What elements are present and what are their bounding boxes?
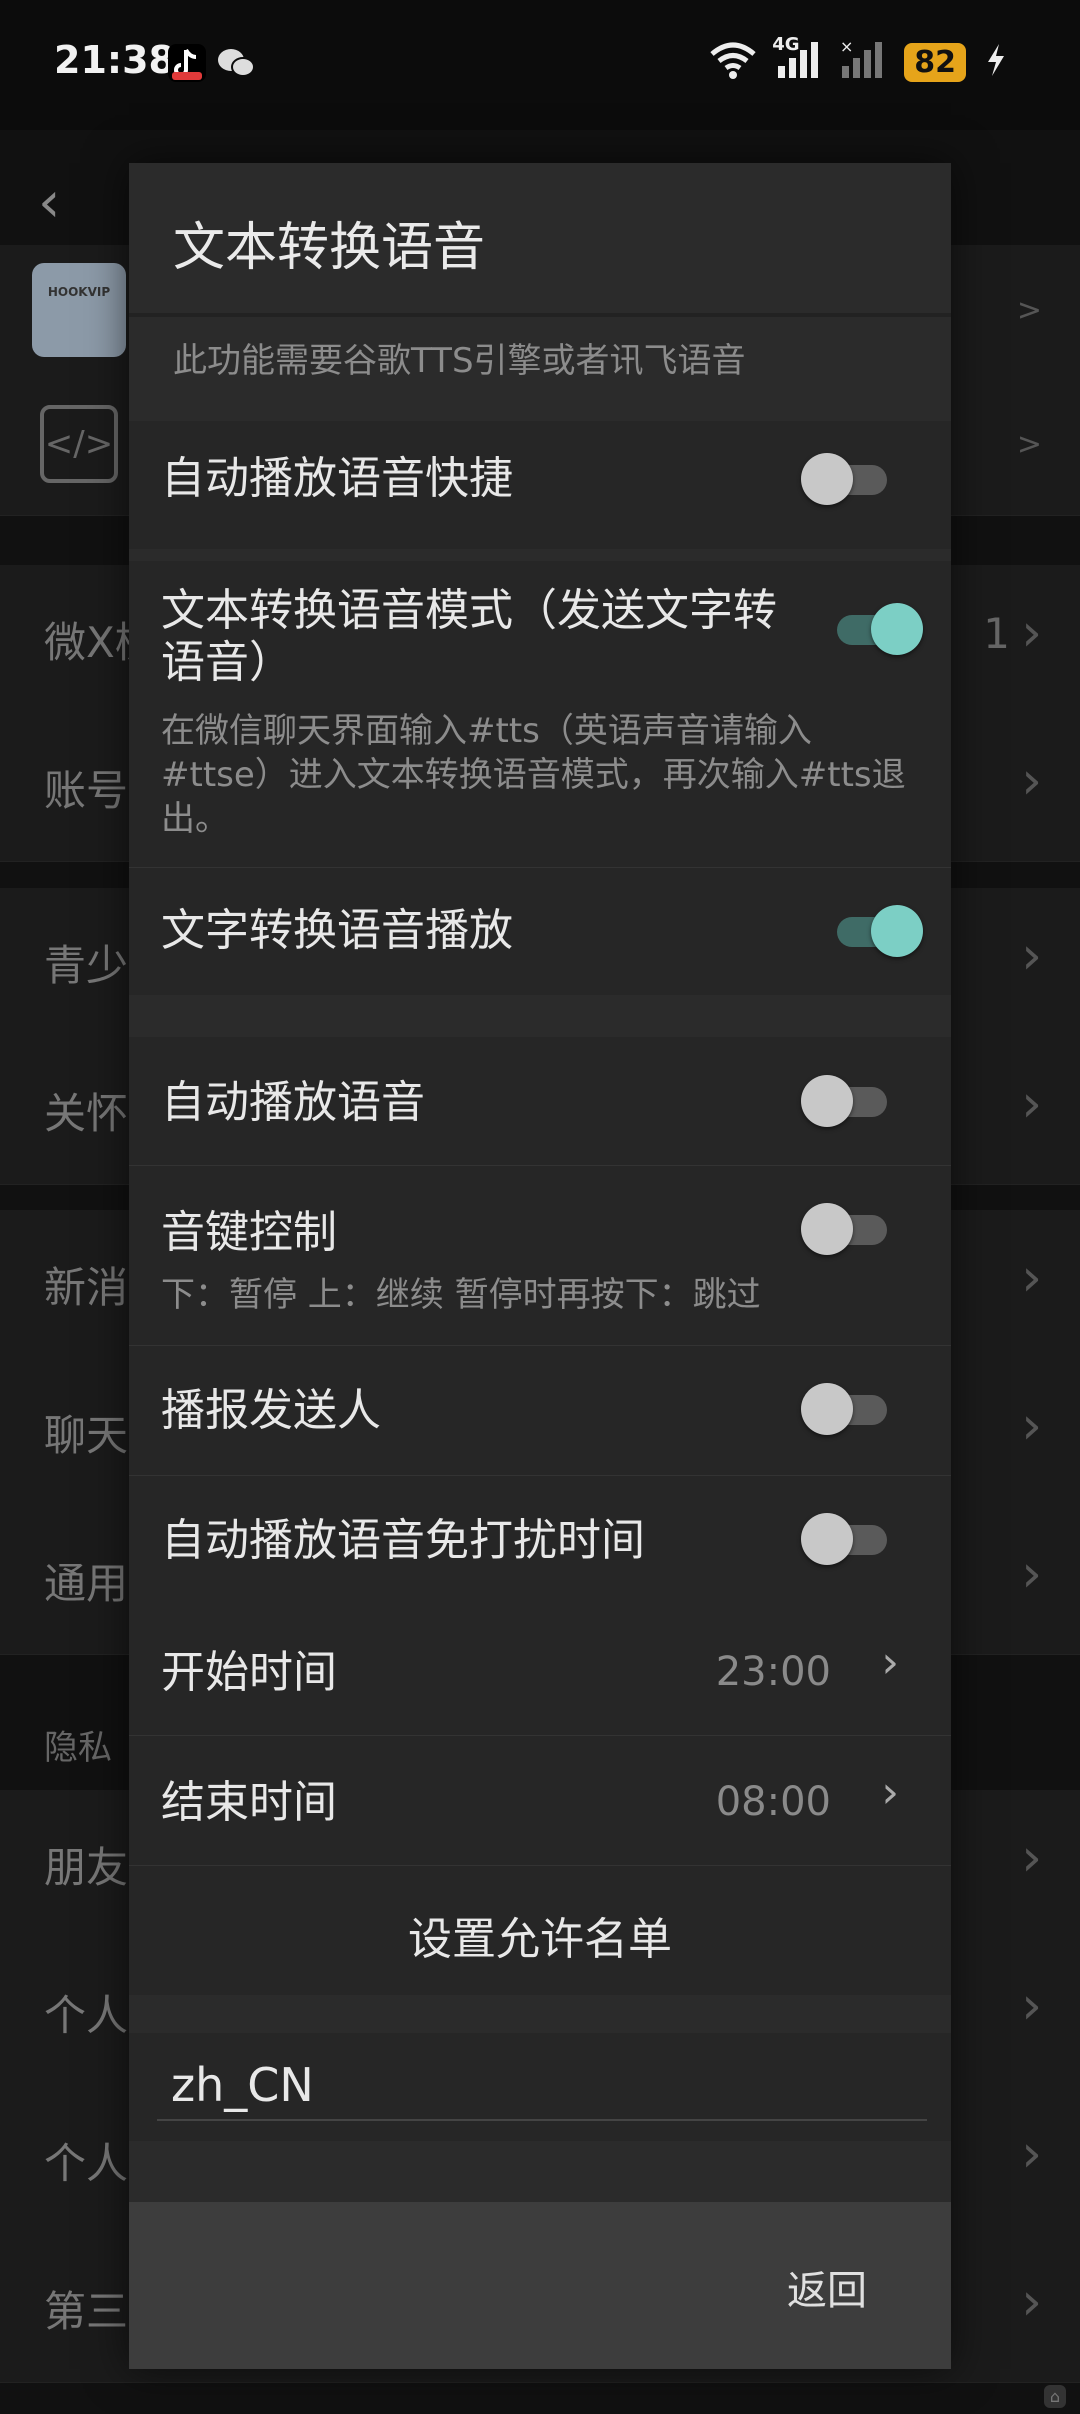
row-label: 第三 bbox=[44, 2287, 129, 2336]
battery-indicator: 82 bbox=[904, 42, 966, 82]
row-label: 青少 bbox=[44, 941, 129, 990]
chevron-right-icon: › bbox=[1021, 1248, 1042, 1308]
announce-sender-label: 播报发送人 bbox=[161, 1385, 381, 1436]
dnd-time-label: 自动播放语音免打扰时间 bbox=[161, 1515, 645, 1566]
row-label: 通用 bbox=[44, 1559, 129, 1608]
volume-key-control-description: 下：暂停 上：继续 暂停时再按下：跳过 bbox=[161, 1275, 761, 1315]
chevron-right-icon: › bbox=[881, 1637, 899, 1688]
end-time-label: 结束时间 bbox=[161, 1777, 337, 1828]
tts-mode-row[interactable]: 文本转换语音模式（发送文字转语音） 在微信聊天界面输入#tts（英语声音请输入#… bbox=[129, 549, 951, 879]
end-time-row[interactable]: 结束时间 08:00 › bbox=[129, 1735, 951, 1865]
auto-play-shortcut-row[interactable]: 自动播放语音快捷 bbox=[129, 407, 951, 549]
tts-mode-toggle[interactable] bbox=[823, 603, 923, 655]
announce-sender-row[interactable]: 播报发送人 bbox=[129, 1345, 951, 1475]
wechat-icon bbox=[216, 44, 255, 82]
end-time-value: 08:00 bbox=[715, 1779, 831, 1825]
chevron-right-icon: › bbox=[1021, 603, 1042, 663]
back-arrow-icon[interactable]: ‹ bbox=[38, 170, 60, 235]
tts-mode-label: 文本转换语音模式（发送文字转语音） bbox=[161, 585, 777, 688]
dialog-footer: 返回 bbox=[129, 2202, 951, 2369]
chevron-right-icon: › bbox=[1021, 1544, 1042, 1604]
start-time-label: 开始时间 bbox=[161, 1647, 337, 1698]
hint-row: 此功能需要谷歌TTS引擎或者讯飞语音 bbox=[129, 313, 951, 411]
status-time: 21:38 bbox=[54, 38, 175, 82]
dnd-time-toggle[interactable] bbox=[801, 1513, 891, 1565]
auto-play-voice-label: 自动播放语音 bbox=[161, 1077, 425, 1128]
row-label: 新消 bbox=[44, 1263, 129, 1312]
code-icon: </> bbox=[40, 405, 118, 483]
chevron-right-icon: › bbox=[1021, 1396, 1042, 1456]
wifi-icon bbox=[708, 40, 758, 84]
row-label: 朋友 bbox=[44, 1843, 129, 1892]
row-label: 个人 bbox=[44, 1991, 129, 2040]
chevron-right-icon: › bbox=[1021, 2124, 1042, 2184]
signal-x-icon: × bbox=[840, 37, 886, 84]
watermark: ⌂ bbox=[1043, 2385, 1066, 2408]
auto-play-voice-toggle[interactable] bbox=[801, 1075, 891, 1127]
network-type: 4G bbox=[772, 34, 800, 55]
locale-input[interactable] bbox=[157, 2051, 927, 2121]
tts-mode-description: 在微信聊天界面输入#tts（英语声音请输入#ttse）进入文本转换语音模式，再次… bbox=[161, 711, 906, 839]
chevron-right-icon: › bbox=[1021, 1828, 1042, 1888]
text-to-speech-play-row[interactable]: 文字转换语音播放 bbox=[129, 867, 951, 995]
auto-play-shortcut-toggle[interactable] bbox=[801, 453, 891, 505]
back-button[interactable]: 返回 bbox=[787, 2258, 867, 2316]
hint-text: 此功能需要谷歌TTS引擎或者讯飞语音 bbox=[173, 341, 746, 381]
volume-key-control-label: 音键控制 bbox=[161, 1207, 337, 1258]
chevron-right-icon: › bbox=[1021, 751, 1042, 811]
section-header-privacy: 隐私 bbox=[44, 1728, 112, 1768]
volume-key-control-row[interactable]: 音键控制 下：暂停 上：继续 暂停时再按下：跳过 bbox=[129, 1165, 951, 1345]
dnd-time-row[interactable]: 自动播放语音免打扰时间 bbox=[129, 1475, 951, 1605]
volume-key-control-toggle[interactable] bbox=[801, 1203, 891, 1255]
allow-list-row[interactable]: 设置允许名单 bbox=[129, 1865, 951, 1995]
allow-list-button[interactable]: 设置允许名单 bbox=[129, 1903, 951, 1967]
announce-sender-toggle[interactable] bbox=[801, 1383, 891, 1435]
auto-play-shortcut-label: 自动播放语音快捷 bbox=[161, 453, 513, 504]
tiktok-icon bbox=[168, 44, 206, 82]
start-time-value: 23:00 bbox=[715, 1649, 831, 1695]
chevron-right-icon: > bbox=[1016, 293, 1042, 328]
chevron-right-icon: › bbox=[1021, 1074, 1042, 1134]
text-to-speech-play-toggle[interactable] bbox=[823, 905, 923, 957]
start-time-row[interactable]: 开始时间 23:00 › bbox=[129, 1605, 951, 1735]
row-label: 聊天 bbox=[44, 1411, 129, 1460]
chevron-right-icon: › bbox=[1021, 2272, 1042, 2332]
svg-text:×: × bbox=[840, 40, 853, 56]
tts-dialog: 文本转换语音 此功能需要谷歌TTS引擎或者讯飞语音 自动播放语音快捷 文本转换语… bbox=[129, 163, 951, 2369]
text-to-speech-play-label: 文字转换语音播放 bbox=[161, 905, 513, 956]
hookvip-logo: HOOKVIP bbox=[32, 263, 126, 357]
status-bar: 21:38 4G × 82 bbox=[0, 0, 1080, 130]
auto-play-voice-row[interactable]: 自动播放语音 bbox=[129, 1037, 951, 1165]
chevron-right-icon: › bbox=[1021, 1976, 1042, 2036]
dialog-title: 文本转换语音 bbox=[173, 218, 486, 278]
signal-icon: 4G bbox=[772, 34, 822, 84]
chevron-right-icon: › bbox=[881, 1767, 899, 1818]
row-label: 个人 bbox=[44, 2139, 129, 2188]
hookvip-logo-text: HOOKVIP bbox=[47, 285, 111, 299]
row-label: 关怀 bbox=[44, 1089, 129, 1138]
row-suffix: 1 bbox=[983, 609, 1010, 658]
chevron-right-icon: > bbox=[1016, 427, 1042, 462]
charging-icon bbox=[984, 42, 1008, 82]
locale-input-row bbox=[129, 2033, 951, 2141]
chevron-right-icon: › bbox=[1021, 926, 1042, 986]
row-label: 账号 bbox=[44, 766, 129, 815]
